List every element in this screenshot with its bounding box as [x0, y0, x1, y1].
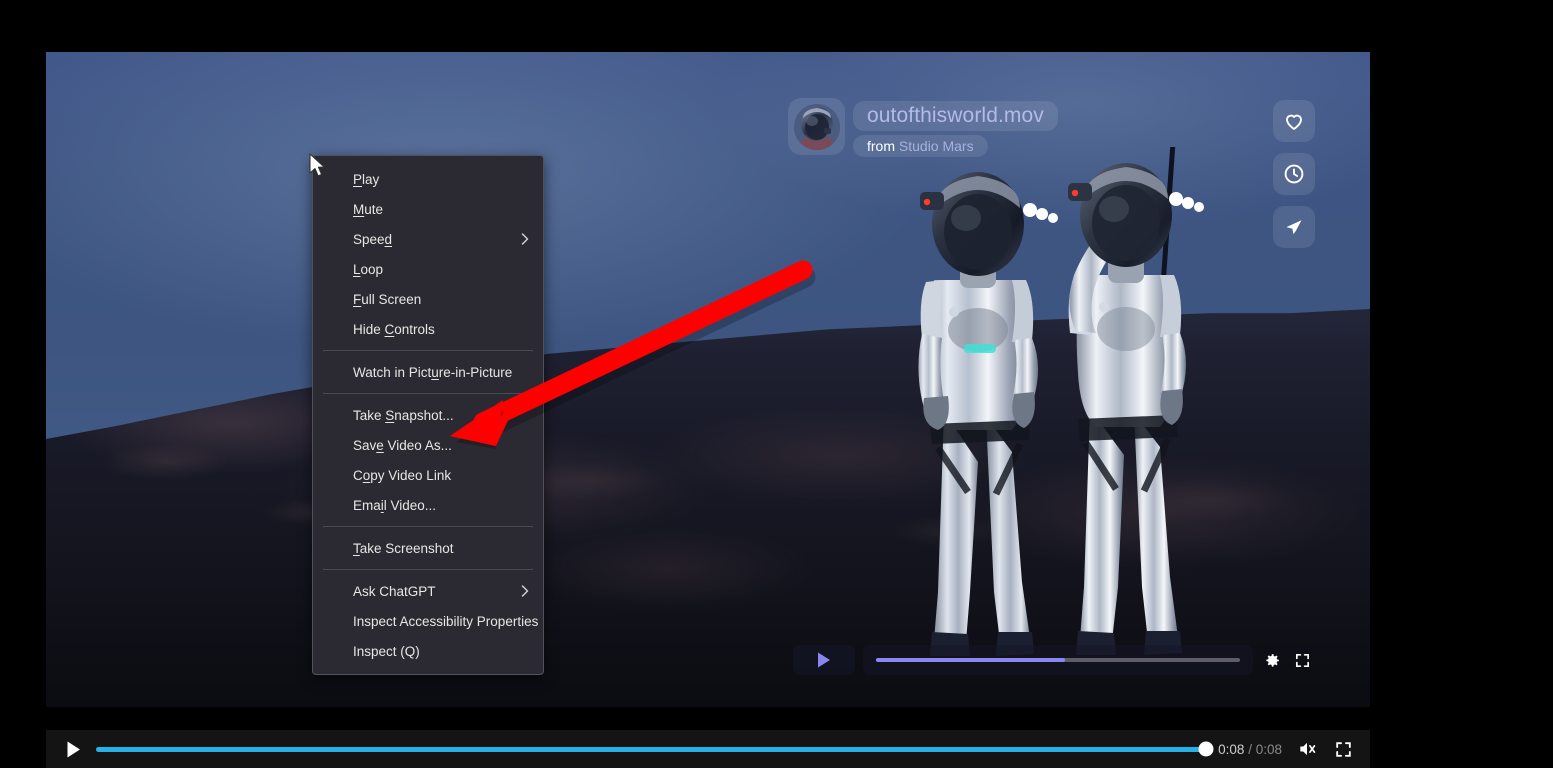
- avatar: [788, 98, 845, 155]
- menu-item-label: Full Screen: [353, 292, 421, 307]
- menu-item-watch-in-picture-in-picture[interactable]: Watch in Picture-in-Picture: [313, 357, 543, 387]
- file-info-badge: outofthisworld.mov from Studio Mars: [788, 98, 1058, 157]
- favorite-button[interactable]: [1273, 100, 1315, 142]
- astronaut-left: [908, 162, 1068, 662]
- menu-item-copy-video-link[interactable]: Copy Video Link: [313, 460, 543, 490]
- watch-later-button[interactable]: [1273, 153, 1315, 195]
- menu-item-label: Hide Controls: [353, 322, 435, 337]
- menu-item-label: Mute: [353, 202, 383, 217]
- inner-player-controls: [793, 645, 1313, 675]
- astronaut-avatar-icon: [794, 104, 840, 150]
- gear-icon: [1264, 652, 1281, 669]
- fullscreen-icon: [1334, 740, 1353, 759]
- inner-progress-track: [876, 658, 1240, 662]
- video-source: from Studio Mars: [853, 135, 988, 157]
- menu-item-play[interactable]: Play: [313, 164, 543, 194]
- native-progress-fill: [96, 747, 1206, 752]
- menu-item-label: Take Snapshot...: [353, 408, 454, 423]
- menu-item-email-video[interactable]: Email Video...: [313, 490, 543, 520]
- astronaut-right: [1046, 147, 1226, 667]
- menu-separator: [323, 526, 533, 527]
- native-scrubber-handle[interactable]: [1199, 742, 1214, 757]
- video-filename: outofthisworld.mov: [853, 101, 1058, 131]
- menu-item-take-snapshot[interactable]: Take Snapshot...: [313, 400, 543, 430]
- video-context-menu[interactable]: Play Mute Speed Loop Full Screen Hide Control…: [312, 155, 544, 675]
- current-time: 0:08: [1218, 742, 1244, 757]
- menu-item-mute[interactable]: Mute: [313, 194, 543, 224]
- inner-progress-fill: [876, 658, 1065, 662]
- inner-fullscreen-button[interactable]: [1291, 645, 1313, 675]
- mute-icon: [1297, 739, 1317, 759]
- menu-item-label: Email Video...: [353, 498, 436, 513]
- time-display: 0:08 / 0:08: [1216, 742, 1284, 757]
- avatar-image: [794, 104, 840, 150]
- menu-item-hide-controls[interactable]: Hide Controls: [313, 314, 543, 344]
- menu-item-inspect-accessibility-properties[interactable]: Inspect Accessibility Properties: [313, 606, 543, 636]
- action-icon-rail: [1273, 100, 1315, 248]
- menu-item-full-screen[interactable]: Full Screen: [313, 284, 543, 314]
- heart-icon: [1282, 109, 1306, 133]
- menu-item-label: Save Video As...: [353, 438, 452, 453]
- fullscreen-icon: [1294, 652, 1311, 669]
- menu-item-label: Loop: [353, 262, 383, 277]
- total-time: 0:08: [1256, 742, 1282, 757]
- native-scrubber[interactable]: [96, 736, 1206, 762]
- time-separator: /: [1248, 742, 1252, 757]
- chevron-right-icon: [521, 585, 529, 597]
- native-progress-track: [96, 747, 1206, 752]
- menu-item-label: Copy Video Link: [353, 468, 451, 483]
- native-fullscreen-button[interactable]: [1330, 736, 1356, 762]
- browser-video-controls: 0:08 / 0:08: [46, 730, 1370, 768]
- menu-separator: [323, 569, 533, 570]
- menu-item-speed[interactable]: Speed: [313, 224, 543, 254]
- menu-item-inspect-q[interactable]: Inspect (Q): [313, 636, 543, 666]
- from-label: from: [867, 138, 895, 154]
- menu-item-label: Play: [353, 172, 379, 187]
- menu-item-label: Inspect (Q): [353, 644, 420, 659]
- native-play-button[interactable]: [60, 736, 86, 762]
- inner-play-button[interactable]: [793, 645, 855, 675]
- share-button[interactable]: [1273, 206, 1315, 248]
- menu-item-label: Inspect Accessibility Properties: [353, 614, 538, 629]
- studio-name: Studio Mars: [899, 138, 974, 154]
- play-icon: [816, 651, 832, 669]
- paper-plane-icon: [1282, 215, 1306, 239]
- video-player-surface[interactable]: outofthisworld.mov from Studio Mars: [46, 52, 1370, 707]
- menu-item-ask-chatgpt[interactable]: Ask ChatGPT: [313, 576, 543, 606]
- clock-icon: [1282, 162, 1306, 186]
- inner-settings-button[interactable]: [1261, 645, 1283, 675]
- screen: outofthisworld.mov from Studio Mars: [0, 0, 1553, 768]
- menu-item-label: Watch in Picture-in-Picture: [353, 365, 512, 380]
- menu-item-loop[interactable]: Loop: [313, 254, 543, 284]
- menu-separator: [323, 393, 533, 394]
- menu-item-take-screenshot[interactable]: Take Screenshot: [313, 533, 543, 563]
- menu-separator: [323, 350, 533, 351]
- badge-text-group: outofthisworld.mov from Studio Mars: [853, 98, 1058, 157]
- inner-progress-bar[interactable]: [863, 645, 1253, 675]
- chevron-right-icon: [521, 233, 529, 245]
- menu-item-save-video-as[interactable]: Save Video As...: [313, 430, 543, 460]
- menu-item-label: Speed: [353, 232, 392, 247]
- native-mute-button[interactable]: [1294, 736, 1320, 762]
- menu-item-label: Take Screenshot: [353, 541, 454, 556]
- play-icon: [65, 740, 82, 759]
- menu-item-label: Ask ChatGPT: [353, 584, 436, 599]
